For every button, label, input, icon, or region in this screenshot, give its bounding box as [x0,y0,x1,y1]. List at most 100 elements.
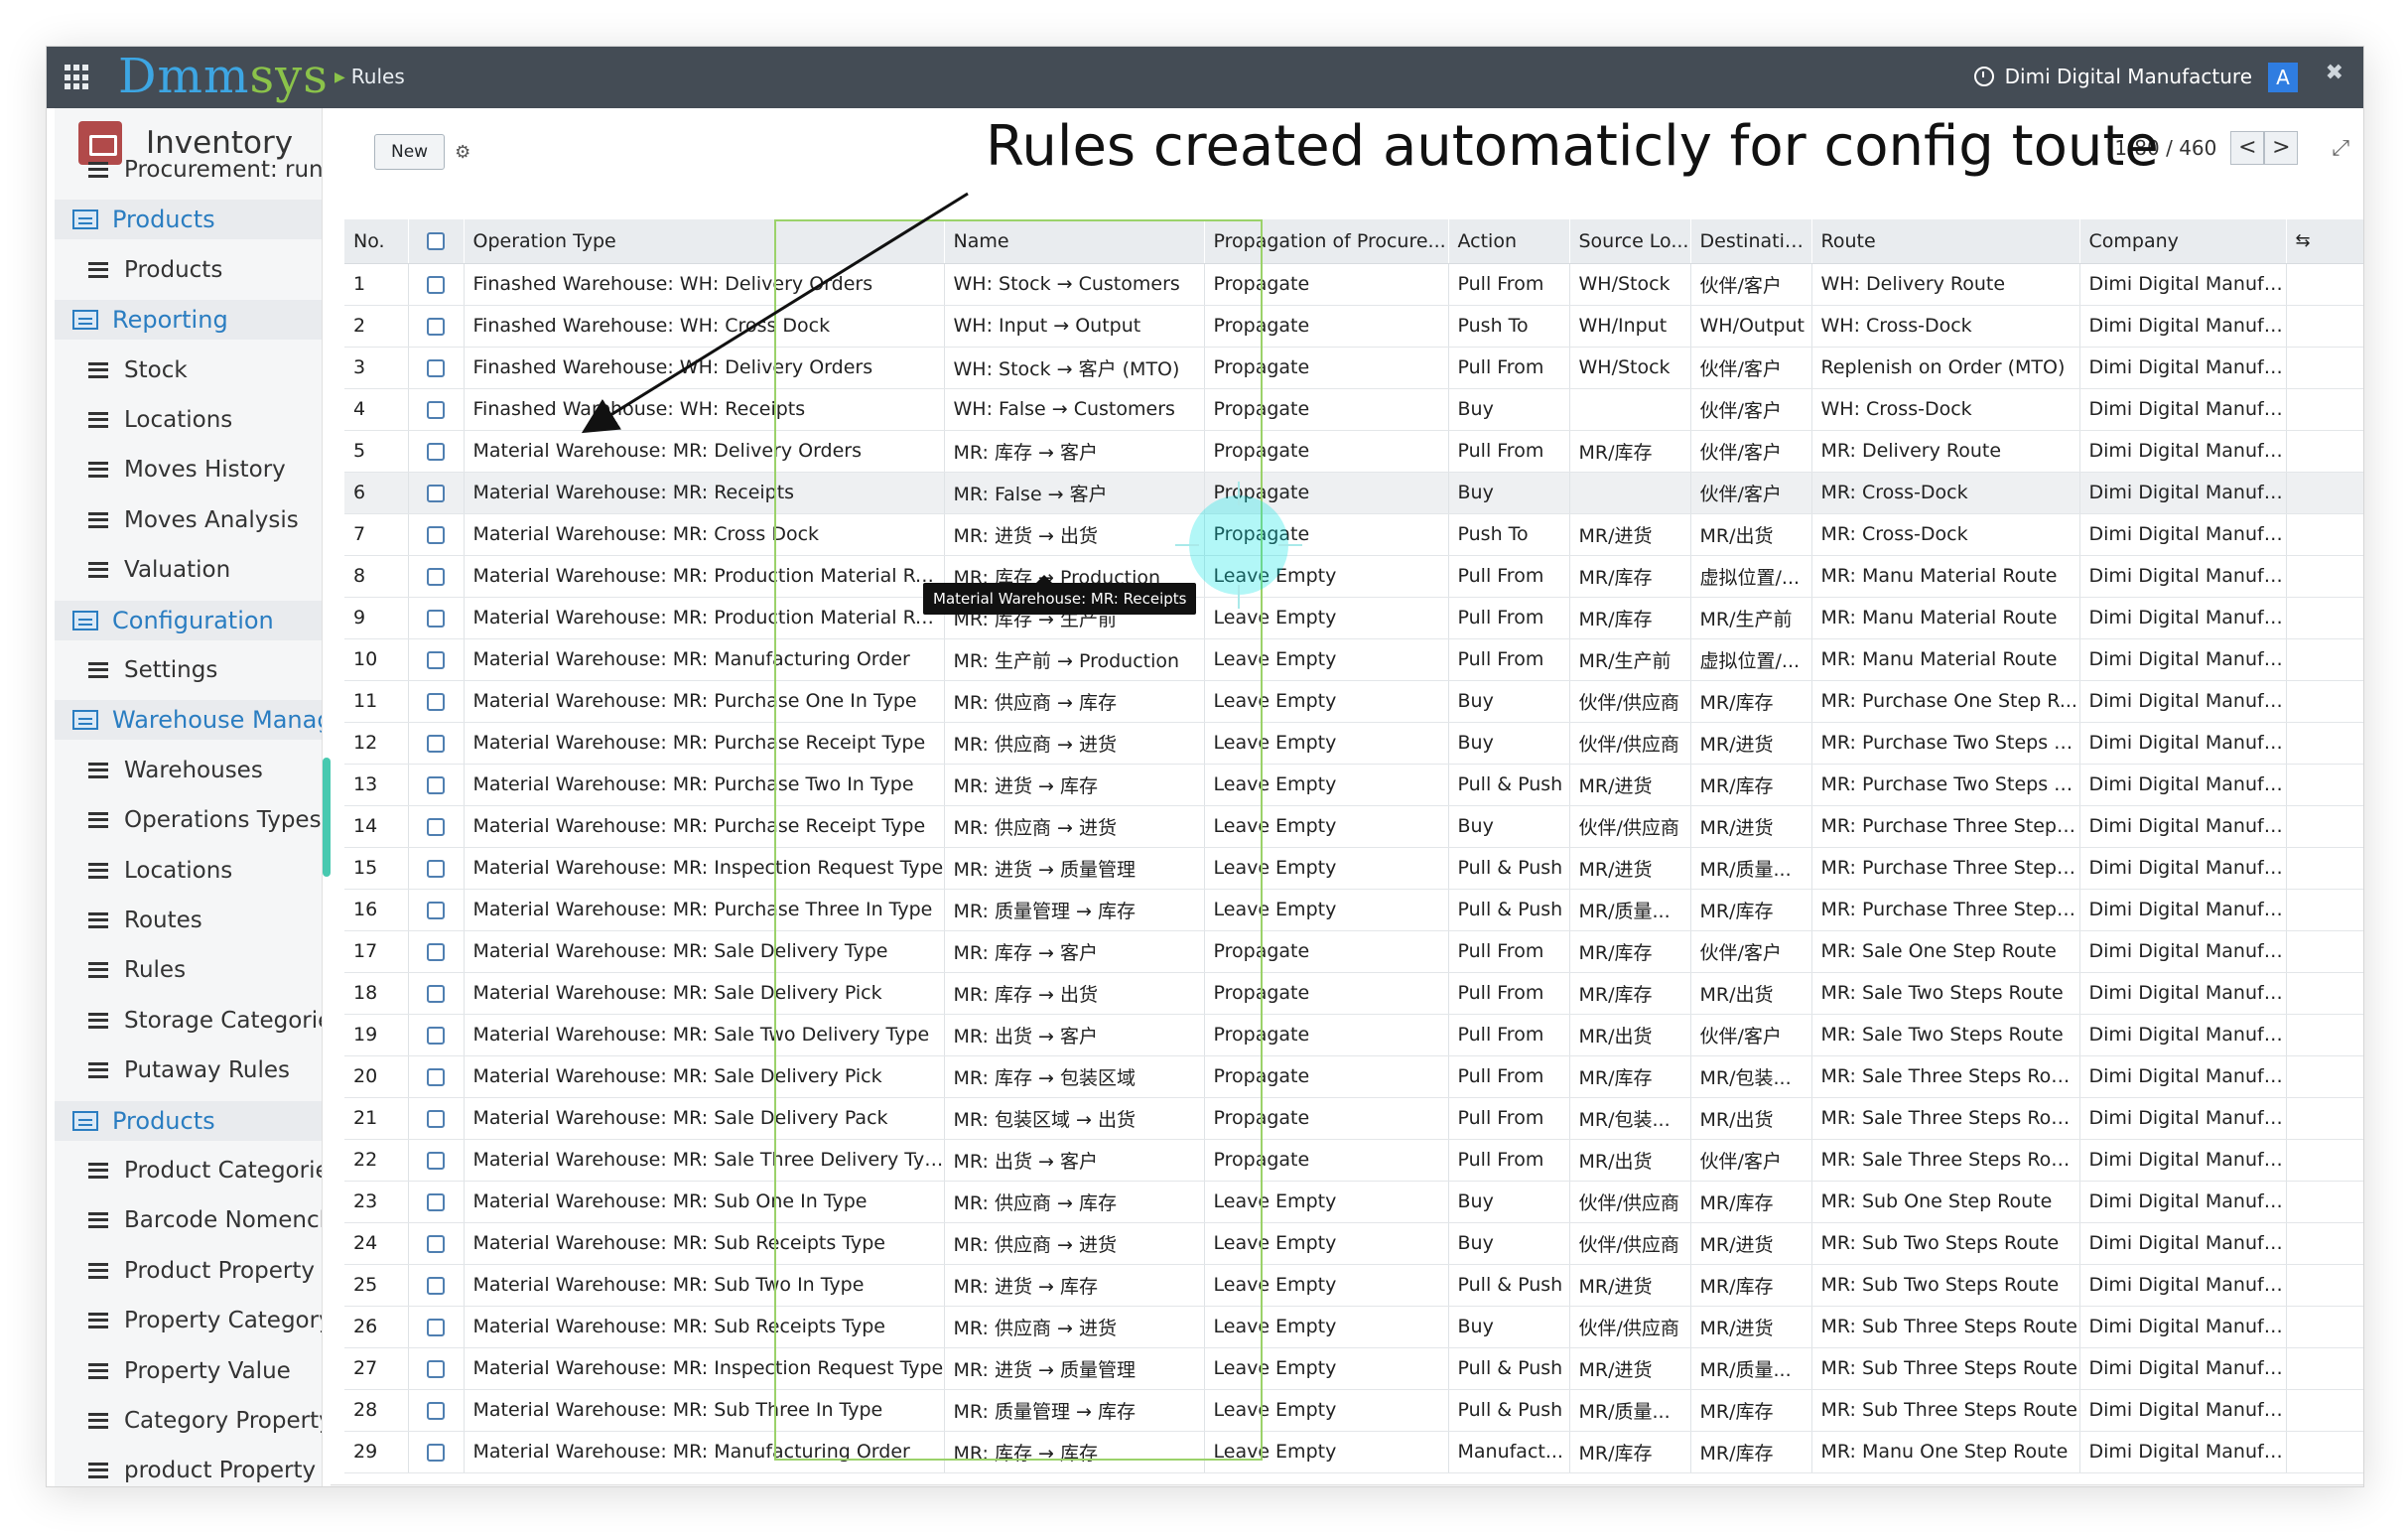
table-cell[interactable]: MR: Purchase Two Steps R... [1811,722,2080,765]
table-row[interactable]: 7 Material Warehouse: MR: Cross Dock MR: 进… [344,513,2363,556]
table-cell[interactable]: Pull & Push [1448,764,1570,806]
sidebar-section-1[interactable]: Products [55,200,322,240]
sidebar-item-22[interactable]: Product Property [55,1251,322,1291]
table-cell[interactable]: Leave Empty [1204,680,1449,723]
table-cell[interactable]: Pull From [1448,347,1570,389]
table-cell[interactable]: 伙伴/供应商 [1569,722,1691,765]
row-select-cell[interactable] [408,1389,465,1432]
table-cell[interactable]: 伙伴/客户 [1690,430,1812,473]
sidebar-item-13[interactable]: Operations Types [55,800,322,840]
table-cell[interactable]: Dimi Digital Manufacture [2079,805,2287,848]
table-cell[interactable]: Material Warehouse: MR: Production Mater… [464,555,945,598]
table-cell[interactable]: 17 [344,930,409,973]
table-row[interactable]: 29 Material Warehouse: MR: Manufacturing … [344,1431,2363,1473]
table-cell[interactable]: MR: Purchase Three Steps ... [1811,805,2080,848]
table-cell[interactable]: Material Warehouse: MR: Sub Receipts Typ… [464,1222,945,1265]
sidebar-item-15[interactable]: Routes [55,901,322,940]
table-cell[interactable]: Material Warehouse: MR: Purchase Receipt… [464,805,945,848]
sidebar-item-18[interactable]: Putaway Rules [55,1050,322,1090]
table-cell[interactable]: Buy [1448,1222,1570,1265]
table-cell[interactable]: MR/进货 [1569,847,1691,890]
table-cell[interactable]: MR/库存 [1690,1181,1812,1223]
table-cell[interactable]: Material Warehouse: MR: Sub One In Type [464,1181,945,1223]
table-cell[interactable]: 伙伴/供应商 [1569,805,1691,848]
row-select-cell[interactable] [408,305,465,348]
table-cell[interactable]: MR: 进货 → 质量管理 [944,847,1205,890]
table-cell[interactable]: Propagate [1204,430,1449,473]
row-select-cell[interactable] [408,1181,465,1223]
table-cell[interactable]: Leave Empty [1204,722,1449,765]
column-header-7[interactable]: Destinatio... [1690,219,1812,264]
table-cell[interactable]: Material Warehouse: MR: Receipts [464,472,945,514]
row-checkbox[interactable] [427,567,445,586]
table-cell[interactable]: MR/库存 [1690,1264,1812,1307]
table-cell[interactable]: Dimi Digital Manufacture [2079,1431,2287,1473]
table-cell[interactable]: Pull From [1448,1097,1570,1140]
table-cell[interactable]: MR/进货 [1569,1347,1691,1390]
table-cell[interactable]: MR: 库存 → 客户 [944,430,1205,473]
row-checkbox[interactable] [427,650,445,669]
table-cell[interactable]: Manufact... [1448,1431,1570,1473]
column-header-10[interactable]: ⇆ [2286,219,2363,264]
table-cell[interactable]: Pull & Push [1448,1264,1570,1307]
table-cell[interactable]: Material Warehouse: MR: Inspection Reque… [464,847,945,890]
table-cell[interactable]: MR: 库存 → 客户 [944,930,1205,973]
table-cell[interactable]: Material Warehouse: MR: Cross Dock [464,513,945,556]
table-cell[interactable]: Dimi Digital Manufacture [2079,889,2287,931]
table-row[interactable]: 4 Finashed Warehouse: WH: Receipts WH: Fal… [344,388,2363,431]
row-select-cell[interactable] [408,1431,465,1473]
table-cell[interactable]: MR: 库存 → 包装区域 [944,1055,1205,1098]
sidebar-item-20[interactable]: Product Categories [55,1151,322,1190]
table-cell[interactable]: Material Warehouse: MR: Sale Delivery Pa… [464,1097,945,1140]
table-cell[interactable]: Buy [1448,388,1570,431]
table-cell[interactable]: MR: Sub Two Steps Route [1811,1222,2080,1265]
table-cell[interactable]: MR/质量... [1690,1347,1812,1390]
close-icon[interactable]: ✖ [2326,61,2343,85]
company-switcher[interactable]: Dimi Digital Manufacture [2005,65,2252,88]
table-cell[interactable]: Material Warehouse: MR: Manufacturing Or… [464,638,945,681]
table-cell[interactable]: Dimi Digital Manufacture [2079,1181,2287,1223]
table-cell[interactable]: WH/Stock [1569,347,1691,389]
row-checkbox[interactable] [427,775,445,794]
table-cell[interactable]: MR: Sale Three Steps Route [1811,1055,2080,1098]
row-checkbox[interactable] [427,1109,445,1128]
row-checkbox[interactable] [427,1026,445,1045]
new-button[interactable]: New [374,134,446,170]
row-select-cell[interactable] [408,513,465,556]
row-select-cell[interactable] [408,847,465,890]
row-checkbox[interactable] [427,442,445,461]
table-cell[interactable]: Pull From [1448,1055,1570,1098]
table-row[interactable]: 22 Material Warehouse: MR: Sale Three Del… [344,1139,2363,1182]
table-row[interactable]: 18 Material Warehouse: MR: Sale Delivery … [344,972,2363,1015]
table-row[interactable]: 15 Material Warehouse: MR: Inspection Req… [344,847,2363,890]
table-cell[interactable]: MR/出货 [1569,1014,1691,1056]
row-checkbox[interactable] [427,942,445,961]
table-cell[interactable] [1569,388,1691,431]
table-cell[interactable]: MR: Sub Three Steps Route [1811,1389,2080,1432]
table-cell[interactable]: Material Warehouse: MR: Inspection Reque… [464,1347,945,1390]
table-cell[interactable]: MR/进货 [1690,722,1812,765]
table-cell[interactable]: 伙伴/客户 [1690,388,1812,431]
table-cell[interactable]: Finashed Warehouse: WH: Receipts [464,388,945,431]
table-row[interactable]: 5 Material Warehouse: MR: Delivery Orders… [344,430,2363,473]
sidebar-section-19[interactable]: Products [55,1100,322,1141]
sidebar-item-26[interactable]: product Property [55,1451,322,1486]
table-cell[interactable]: MR/库存 [1690,764,1812,806]
table-cell[interactable]: Pull & Push [1448,1389,1570,1432]
row-select-cell[interactable] [408,263,465,306]
table-cell[interactable]: Pull From [1448,555,1570,598]
table-cell[interactable]: MR: Delivery Route [1811,430,2080,473]
row-select-cell[interactable] [408,597,465,639]
table-cell[interactable]: MR: 质量管理 → 库存 [944,889,1205,931]
sidebar-item-25[interactable]: Category Property [55,1401,322,1441]
row-checkbox[interactable] [427,984,445,1003]
pager-prev-button[interactable]: < [2230,131,2265,165]
row-select-cell[interactable] [408,1306,465,1348]
table-cell[interactable]: 19 [344,1014,409,1056]
table-cell[interactable]: 伙伴/客户 [1690,472,1812,514]
table-cell[interactable]: Dimi Digital Manufacture [2079,472,2287,514]
table-cell[interactable]: MR: 出货 → 客户 [944,1014,1205,1056]
table-cell[interactable]: MR: 供应商 → 进货 [944,1306,1205,1348]
row-checkbox[interactable] [427,609,445,628]
table-cell[interactable]: MR/出货 [1690,513,1812,556]
